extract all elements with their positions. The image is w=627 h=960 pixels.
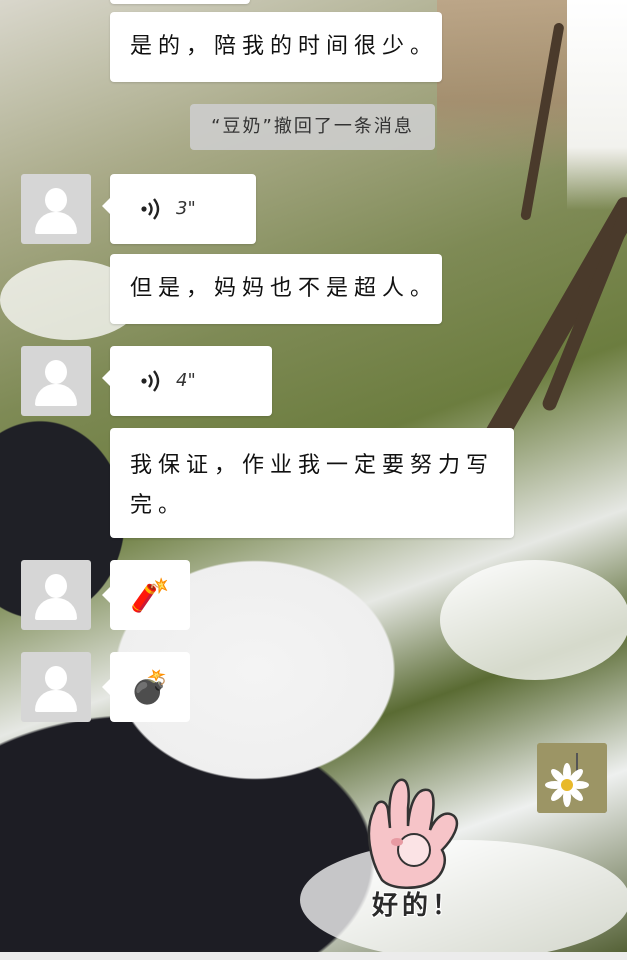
- contact-avatar[interactable]: [21, 560, 91, 630]
- message-bubble[interactable]: 我保证，作业我一定要努力写完。: [110, 428, 514, 538]
- my-avatar[interactable]: [537, 743, 607, 813]
- daisy-photo-icon: [537, 743, 607, 813]
- default-avatar-icon: [45, 666, 67, 690]
- message-bubble[interactable]: 是的，陪我的时间很少。: [110, 12, 442, 82]
- voice-wave-icon: [141, 198, 160, 220]
- sticker-caption: 好的！: [371, 891, 462, 921]
- recall-notice: “豆奶”撤回了一条消息: [190, 104, 435, 150]
- emoji-message-bubble[interactable]: 🧨: [102, 560, 190, 630]
- voice-duration: 3": [176, 198, 196, 219]
- voice-wave-icon: [141, 370, 160, 392]
- default-avatar-icon: [45, 188, 67, 212]
- default-avatar-icon: [45, 360, 67, 384]
- emoji-message-bubble[interactable]: 💣: [102, 652, 190, 722]
- voice-message-bubble[interactable]: 3": [102, 174, 256, 244]
- message-text: 但是，妈妈也不是超人。: [130, 276, 439, 301]
- bottom-input-bar-edge: [0, 952, 627, 960]
- bomb-icon: 💣: [130, 668, 170, 706]
- voice-duration: 4": [176, 370, 196, 391]
- previous-message-bubble: [110, 0, 250, 4]
- default-avatar-icon: [45, 574, 67, 598]
- message-text: 我保证，作业我一定要努力写完。: [130, 453, 495, 518]
- snow-patch: [440, 560, 627, 680]
- firecracker-icon: 🧨: [130, 576, 170, 614]
- background-sky: [567, 0, 627, 210]
- contact-avatar[interactable]: [21, 652, 91, 722]
- message-text: 是的，陪我的时间很少。: [130, 34, 439, 59]
- voice-message-bubble[interactable]: 4": [102, 346, 272, 416]
- contact-avatar[interactable]: [21, 174, 91, 244]
- contact-avatar[interactable]: [21, 346, 91, 416]
- message-bubble[interactable]: 但是，妈妈也不是超人。: [110, 254, 442, 324]
- ok-hand-icon: [367, 778, 459, 889]
